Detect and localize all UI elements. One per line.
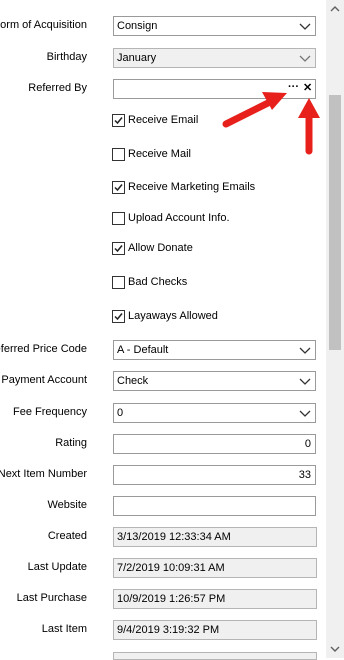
arrow-pointing-to-clear-icon [298, 98, 320, 155]
arrow-pointing-to-browse-icon [222, 92, 287, 128]
annotation-arrows [222, 92, 320, 155]
